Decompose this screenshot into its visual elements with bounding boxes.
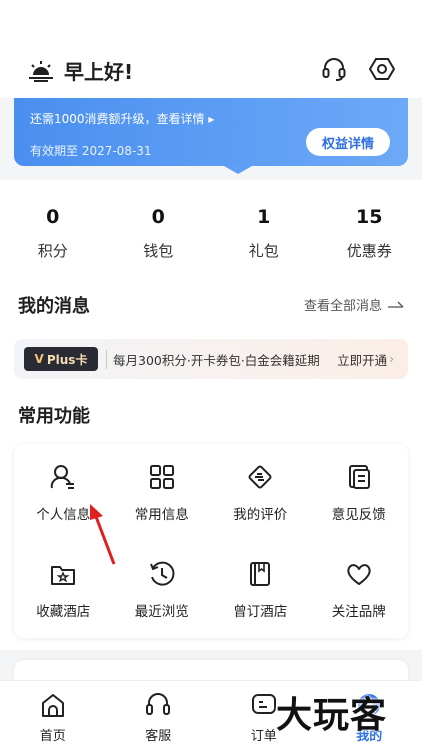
- stat-value: 1: [257, 206, 271, 228]
- stat-points[interactable]: 0 积分: [0, 180, 106, 280]
- handshake-icon: [248, 465, 272, 488]
- stat-label: 礼包: [248, 242, 279, 260]
- booked-book-icon: [250, 561, 271, 586]
- upgrade-tip[interactable]: 还需1000消费额升级，查看详情 ▸: [30, 110, 214, 127]
- plus-card-badge: V Plus卡: [24, 347, 98, 371]
- settings-icon[interactable]: [368, 55, 396, 83]
- stat-value: 0: [46, 206, 60, 228]
- chevron-right-icon: ›: [389, 352, 394, 366]
- greeting-text: 早上好!: [64, 60, 134, 84]
- func-common-info[interactable]: 常用信息: [113, 444, 212, 541]
- plus-badge-label: Plus卡: [46, 352, 88, 367]
- stat-label: 优惠券: [346, 242, 392, 260]
- messages-title: 我的消息: [18, 296, 90, 317]
- common-functions-title: 常用功能: [18, 406, 90, 427]
- func-label: 个人信息: [36, 506, 91, 523]
- func-label: 我的评价: [233, 506, 288, 523]
- annotation-arrow-icon: [90, 504, 116, 565]
- order-icon: [251, 694, 276, 714]
- customer-service-icon[interactable]: [320, 55, 348, 83]
- tab-customer-service[interactable]: 客服: [106, 681, 212, 750]
- headset-icon: [146, 693, 171, 715]
- messages-section: 我的消息 查看全部消息 V Plus卡 每月300积分·开卡券包·白金会籍延期 …: [0, 280, 422, 390]
- tab-label: 首页: [39, 729, 66, 744]
- view-all-label: 查看全部消息: [303, 299, 382, 314]
- favorite-folder-icon: [51, 565, 76, 585]
- tab-label: 订单: [250, 729, 277, 744]
- open-plus-label: 立即开通: [337, 352, 388, 368]
- stat-gift-pack[interactable]: 1 礼包: [211, 180, 317, 280]
- func-booked-hotels[interactable]: 曾订酒店: [211, 541, 310, 638]
- func-label: 曾订酒店: [233, 603, 288, 620]
- arrow-right-icon: [388, 301, 404, 308]
- member-banner[interactable]: 还需1000消费额升级，查看详情 ▸ 有效期至 2027-08-31 权益详情: [14, 98, 408, 166]
- expiry-date: 有效期至 2027-08-31: [30, 144, 152, 158]
- common-functions-section: 常用功能 个人信息 常用信息 我的评价 意见反馈 收藏酒店 最近浏览 曾订酒店 …: [0, 390, 422, 650]
- stats-row: 0 积分 0 钱包 1 礼包 15 优惠券: [0, 180, 422, 280]
- tab-label: 客服: [145, 729, 172, 744]
- header: 早上好!: [0, 0, 422, 98]
- func-label: 收藏酒店: [36, 603, 91, 620]
- sun-icon: [29, 60, 53, 82]
- plus-card-description: 每月300积分·开卡券包·白金会籍延期: [106, 349, 320, 369]
- func-my-reviews[interactable]: 我的评价: [211, 444, 310, 541]
- stat-label: 积分: [37, 242, 68, 260]
- func-label: 常用信息: [134, 506, 189, 523]
- watermark-text: 大玩客: [276, 694, 388, 736]
- user-icon: [50, 464, 75, 489]
- plus-logo-mark: V: [34, 352, 44, 366]
- home-icon: [41, 694, 64, 717]
- func-label: 意见反馈: [331, 506, 386, 523]
- grid-icon: [149, 464, 174, 489]
- func-label: 关注品牌: [331, 603, 386, 620]
- plus-card-promo[interactable]: V Plus卡 每月300积分·开卡券包·白金会籍延期 立即开通 ›: [14, 339, 408, 379]
- open-plus-link[interactable]: 立即开通 ›: [337, 350, 394, 369]
- func-feedback[interactable]: 意见反馈: [310, 444, 409, 541]
- history-icon: [149, 561, 175, 586]
- view-all-messages-link[interactable]: 查看全部消息: [304, 295, 404, 314]
- tab-home[interactable]: 首页: [0, 681, 106, 750]
- heart-icon: [347, 563, 371, 585]
- func-recently-viewed[interactable]: 最近浏览: [113, 541, 212, 638]
- feedback-icon: [348, 464, 370, 489]
- stat-value: 0: [151, 206, 165, 228]
- stat-label: 钱包: [143, 242, 174, 260]
- stat-wallet[interactable]: 0 钱包: [106, 180, 212, 280]
- functions-grid: 个人信息 常用信息 我的评价 意见反馈 收藏酒店 最近浏览 曾订酒店 关注品牌: [14, 444, 408, 638]
- rights-details-button[interactable]: 权益详情: [306, 128, 390, 156]
- func-followed-brands[interactable]: 关注品牌: [310, 541, 409, 638]
- stat-coupons[interactable]: 15 优惠券: [317, 180, 422, 280]
- func-label: 最近浏览: [134, 603, 189, 620]
- banner-pointer: [224, 166, 252, 174]
- stat-value: 15: [356, 206, 383, 228]
- greeting: 早上好!: [28, 56, 133, 85]
